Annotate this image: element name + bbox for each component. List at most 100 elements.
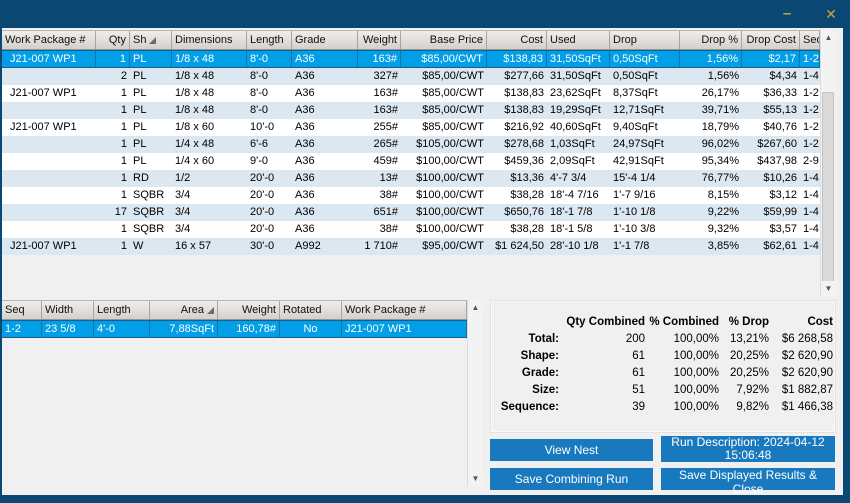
sort-icon: [207, 307, 214, 314]
table-cell: [2, 153, 96, 170]
table-cell: 255#: [358, 119, 401, 136]
bottom-table-scrollbar[interactable]: ▲ ▼: [467, 300, 482, 486]
combining-results-window: – ✕ Work Package #QtyShDimensionsLengthG…: [0, 0, 850, 503]
column-header[interactable]: Drop Cost: [742, 31, 800, 49]
summary-value: 100,00%: [645, 331, 719, 348]
table-cell: 1-4: [800, 170, 820, 187]
table-cell: J21-007 WP1: [342, 321, 467, 337]
top-table-scrollbar[interactable]: ▲ ▼: [820, 30, 835, 296]
table-cell: 3/4: [172, 204, 247, 221]
column-header-label: Rotated: [283, 301, 322, 319]
top-table-header: Work Package #QtyShDimensionsLength Grade…: [2, 30, 820, 50]
column-header[interactable]: Base Price: [401, 31, 487, 49]
scroll-down-icon[interactable]: ▼: [468, 471, 483, 486]
table-cell: 651#: [358, 204, 401, 221]
column-header[interactable]: Weight: [358, 31, 401, 49]
table-cell: 1-4: [800, 68, 820, 85]
table-cell: 1/2: [172, 170, 247, 187]
table-cell: 1,03SqFt: [547, 136, 610, 153]
column-header[interactable]: Width: [42, 301, 94, 319]
column-header[interactable]: Used: [547, 31, 610, 49]
table-cell: 19,29SqFt: [547, 102, 610, 119]
scroll-down-icon[interactable]: ▼: [821, 281, 836, 296]
column-header-label: Seq: [803, 31, 820, 49]
table-cell: $459,36: [487, 153, 547, 170]
minimize-icon[interactable]: –: [772, 0, 802, 28]
table-cell: A36: [292, 221, 358, 238]
summary-value: 7,92%: [719, 382, 769, 399]
table-cell: 10'-0: [247, 119, 292, 136]
table-cell: $85,00/CWT: [401, 51, 487, 67]
table-cell: [2, 221, 96, 238]
table-cell: 1/4 x 60: [172, 153, 247, 170]
table-cell: RD: [130, 170, 172, 187]
column-header[interactable]: Qty: [96, 31, 130, 49]
table-row[interactable]: 1PL1/4 x 609'-0A36459#$100,00/CWT$459,36…: [2, 153, 820, 170]
table-cell: 24,97SqFt: [610, 136, 680, 153]
table-row[interactable]: 1SQBR3/420'-0A3638#$100,00/CWT$38,2818'-…: [2, 221, 820, 238]
column-header[interactable]: Drop %: [680, 31, 742, 49]
table-cell: 1,56%: [680, 51, 742, 67]
table-row[interactable]: J21-007 WP11PL1/8 x 6010'-0A36255#$85,00…: [2, 119, 820, 136]
column-header[interactable]: Length: [94, 301, 150, 319]
table-cell: 1: [96, 238, 130, 255]
summary-value: 61: [559, 365, 645, 382]
table-cell: 1-2: [2, 321, 42, 337]
column-header-label: Drop: [613, 31, 637, 49]
table-cell: $278,68: [487, 136, 547, 153]
table-row[interactable]: 1-223 5/84'-07,88SqFt160,78#NoJ21-007 WP…: [2, 320, 467, 338]
table-row[interactable]: J21-007 WP11W16 x 5730'-0A9921 710#$95,0…: [2, 238, 820, 255]
table-row[interactable]: 17SQBR3/420'-0A36651#$100,00/CWT$650,761…: [2, 204, 820, 221]
column-header-label: Drop Cost: [746, 31, 796, 49]
column-header[interactable]: Area: [150, 301, 218, 319]
table-cell: 4'-7 3/4: [547, 170, 610, 187]
table-row[interactable]: 2PL1/8 x 488'-0A36327#$85,00/CWT$277,663…: [2, 68, 820, 85]
column-header[interactable]: Dimensions: [172, 31, 247, 49]
table-cell: 6'-6: [247, 136, 292, 153]
table-cell: 31,50SqFt: [547, 51, 610, 67]
column-header[interactable]: Grade: [292, 31, 358, 49]
table-cell: 1-2: [800, 51, 820, 67]
table-row[interactable]: J21-007 WP11PL1/8 x 488'-0A36163#$85,00/…: [2, 85, 820, 102]
column-header[interactable]: Drop: [610, 31, 680, 49]
table-cell: 1/8 x 48: [172, 51, 247, 67]
table-row[interactable]: 1RD1/220'-0A3613#$100,00/CWT$13,364'-7 3…: [2, 170, 820, 187]
table-cell: $10,26: [742, 170, 800, 187]
scrollbar-thumb[interactable]: [822, 92, 834, 292]
column-header[interactable]: Rotated: [280, 301, 342, 319]
column-header[interactable]: Seq: [800, 31, 820, 49]
column-header-label: Work Package #: [345, 301, 426, 319]
table-row[interactable]: 1SQBR3/420'-0A3638#$100,00/CWT$38,2818'-…: [2, 187, 820, 204]
column-header[interactable]: Seq: [2, 301, 42, 319]
scroll-up-icon[interactable]: ▲: [468, 300, 483, 315]
table-cell: 20'-0: [247, 221, 292, 238]
table-row[interactable]: 1PL1/4 x 486'-6A36265#$105,00/CWT$278,68…: [2, 136, 820, 153]
column-header-label: Length: [250, 31, 284, 49]
column-header[interactable]: Work Package #: [2, 31, 96, 49]
table-cell: 39,71%: [680, 102, 742, 119]
column-header-label: Weight: [242, 301, 276, 319]
table-cell: $36,33: [742, 85, 800, 102]
table-cell: 1-4: [800, 204, 820, 221]
run-description-button[interactable]: Run Description: 2024-04-12 15:06:48: [661, 436, 835, 462]
close-icon[interactable]: ✕: [816, 0, 846, 28]
table-cell: $138,83: [487, 51, 547, 67]
table-row[interactable]: 1PL1/8 x 488'-0A36163#$85,00/CWT$138,831…: [2, 102, 820, 119]
column-header-label: Used: [550, 31, 576, 49]
view-nest-button[interactable]: View Nest: [490, 439, 653, 461]
column-header[interactable]: Weight: [218, 301, 280, 319]
summary-value: 61: [559, 348, 645, 365]
table-cell: 1/4 x 48: [172, 136, 247, 153]
table-cell: 0,50SqFt: [610, 68, 680, 85]
table-row[interactable]: J21-007 WP11PL1/8 x 488'-0A36163#$85,00/…: [2, 50, 820, 68]
table-cell: [2, 68, 96, 85]
column-header[interactable]: Length: [247, 31, 292, 49]
save-displayed-results-button[interactable]: Save Displayed Results & Close: [661, 468, 835, 490]
titlebar[interactable]: – ✕: [0, 0, 850, 28]
scroll-up-icon[interactable]: ▲: [821, 30, 836, 45]
column-header[interactable]: Sh: [130, 31, 172, 49]
table-cell: $437,98: [742, 153, 800, 170]
column-header[interactable]: Cost: [487, 31, 547, 49]
column-header[interactable]: Work Package #: [342, 301, 467, 319]
save-combining-run-button[interactable]: Save Combining Run: [490, 468, 653, 490]
